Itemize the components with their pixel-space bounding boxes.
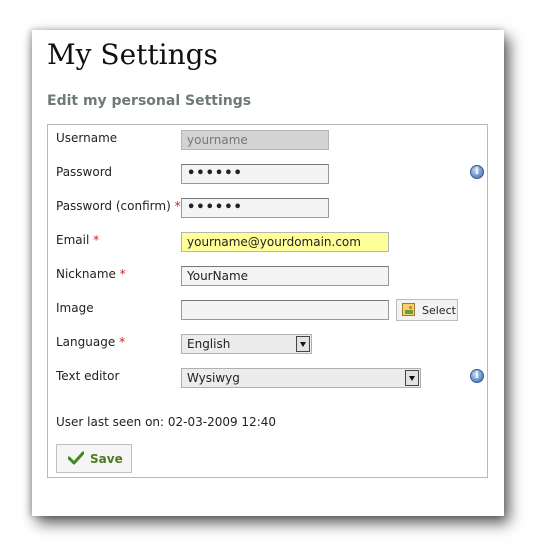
page-subtitle: Edit my personal Settings [47,93,252,109]
nickname-field[interactable]: YourName [181,266,389,286]
image-label: Image [56,301,94,315]
image-select-button[interactable]: Select [396,299,458,321]
password-label: Password [56,165,113,179]
email-label: Email * [56,233,100,247]
last-seen-text: User last seen on: 02-03-2009 12:40 [56,415,277,429]
password-confirm-field[interactable]: •••••• [181,198,329,218]
image-icon [402,303,415,316]
page-title: My Settings [47,38,218,71]
required-mark: * [119,335,126,349]
password-field[interactable]: •••••• [181,164,329,184]
language-label: Language * [56,335,126,349]
image-field[interactable] [181,300,389,320]
password-confirm-label: Password (confirm) * [56,199,181,213]
image-select-label: Select [422,304,456,317]
language-select[interactable]: English [181,334,312,354]
password-info-icon[interactable]: i [470,165,484,179]
checkmark-icon [68,451,84,465]
chevron-down-icon[interactable] [405,370,419,386]
text-editor-label: Text editor [56,369,120,383]
username-field: yourname [181,130,329,150]
text-editor-info-icon[interactable]: i [470,369,484,383]
language-select-value: English [187,337,231,351]
settings-form: Username yourname Password •••••• i Pass… [47,124,488,478]
chevron-down-icon[interactable] [296,336,310,352]
save-button[interactable]: Save [56,444,132,473]
required-mark: * [93,233,100,247]
required-mark: * [119,267,126,281]
text-editor-select[interactable]: Wysiwyg [181,368,421,388]
nickname-label: Nickname * [56,267,126,281]
username-label: Username [56,131,118,145]
text-editor-select-value: Wysiwyg [187,371,240,385]
settings-panel: My Settings Edit my personal Settings Us… [32,30,504,516]
email-field[interactable]: yourname@yourdomain.com [181,232,389,252]
save-button-label: Save [90,452,123,466]
required-mark: * [174,199,181,213]
